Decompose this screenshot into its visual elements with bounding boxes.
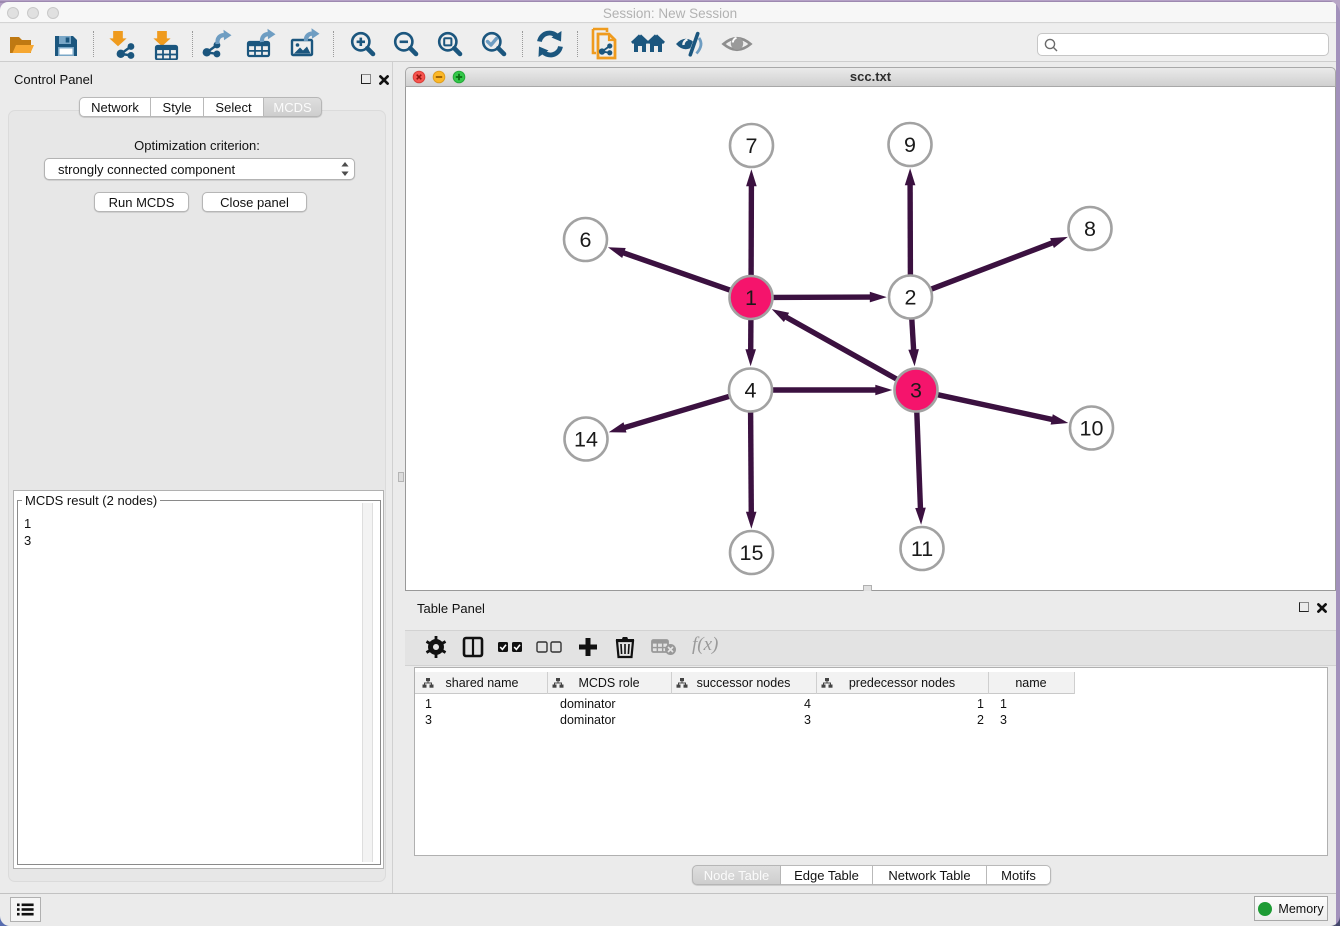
svg-text:1: 1: [745, 286, 757, 310]
svg-text:11: 11: [911, 537, 933, 561]
svg-text:6: 6: [580, 228, 592, 252]
svg-text:9: 9: [904, 133, 916, 157]
svg-text:8: 8: [1084, 217, 1096, 241]
svg-text:14: 14: [574, 428, 598, 452]
svg-text:7: 7: [746, 134, 758, 158]
svg-text:10: 10: [1080, 417, 1104, 441]
svg-text:3: 3: [910, 379, 922, 403]
svg-text:2: 2: [905, 286, 917, 310]
svg-text:15: 15: [740, 541, 764, 565]
svg-text:4: 4: [745, 379, 757, 403]
